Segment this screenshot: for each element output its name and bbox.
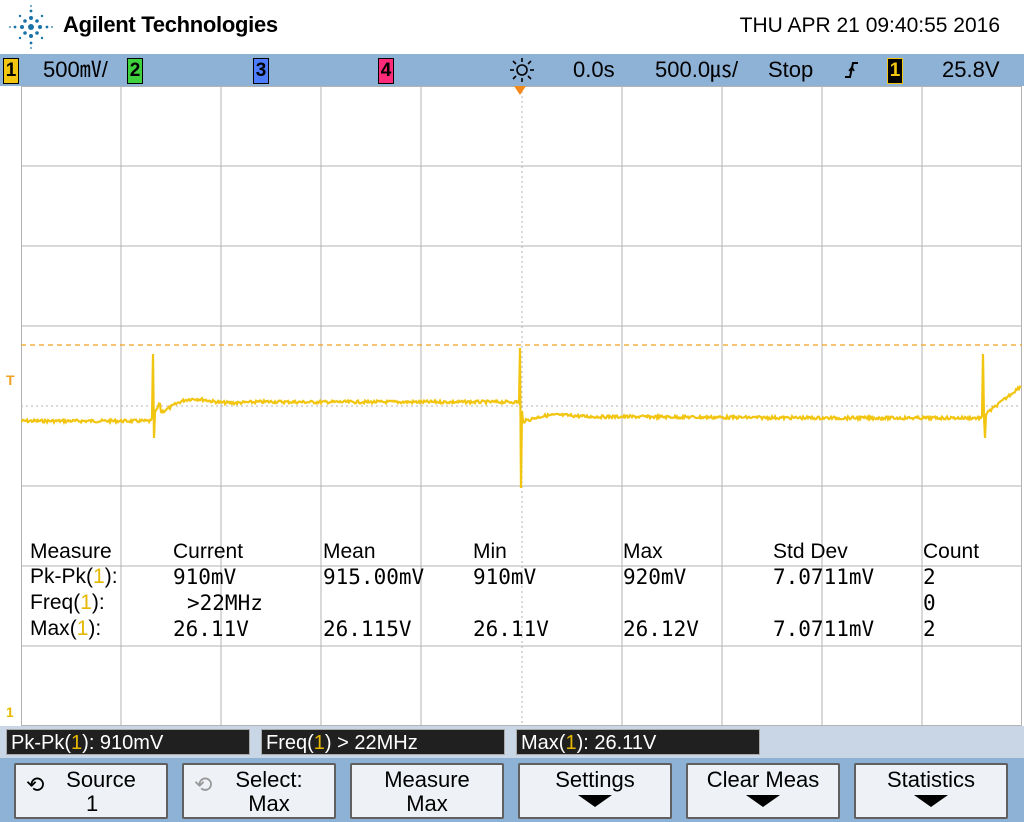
trigger-source: 1: [887, 58, 903, 84]
rotate-knob-icon: ⟲: [26, 772, 45, 797]
readout-freq: Freq(1) > 22MHz: [261, 729, 505, 755]
measure-row-name: Max(1):: [30, 617, 102, 640]
measure-cell-mean: 26.115V: [323, 617, 412, 641]
measure-softkey[interactable]: Measure Max: [350, 763, 504, 819]
measurement-readouts: Pk-Pk(1): 910mV Freq(1) > 22MHz Max(1): …: [0, 726, 1024, 758]
datetime: THU APR 21 09:40:55 2016: [739, 14, 1000, 37]
measure-cell-stddev: 7.0711mV: [773, 617, 875, 641]
measure-cell-current: 910mV: [173, 565, 237, 589]
channel-4-indicator[interactable]: 4: [378, 58, 394, 84]
measure-cell-min: 910mV: [473, 565, 537, 589]
channel-1-scale: 500㎷/: [43, 57, 108, 82]
status-bar: 1 500㎷/ 2 3 4 0.0s 500.0㎲/ Stop 1 25.8V: [0, 54, 1024, 86]
timebase-value: 500.0㎲/: [655, 57, 739, 82]
measure-header: Count: [923, 540, 980, 563]
measure-header: Std Dev: [773, 540, 848, 563]
header: Agilent Technologies THU APR 21 09:40:55…: [0, 0, 1024, 54]
run-state: Stop: [768, 57, 814, 82]
settings-softkey[interactable]: Settings: [518, 763, 672, 819]
measure-cell-count: 2: [923, 565, 936, 589]
brand-name: Agilent Technologies: [63, 12, 278, 37]
delay-knob-icon: [510, 58, 534, 82]
clear-meas-softkey[interactable]: Clear Meas: [686, 763, 840, 819]
channel-1-ground-marker: 1: [6, 704, 14, 720]
measure-cell-current: 26.11V: [173, 617, 249, 641]
statistics-softkey[interactable]: Statistics: [854, 763, 1008, 819]
measure-cell-max: 920mV: [623, 565, 687, 589]
measure-header: Min: [473, 540, 507, 563]
channel-1-indicator[interactable]: 1: [3, 58, 19, 84]
measure-cell-min: 26.11V: [473, 617, 549, 641]
readout-pk-pk: Pk-Pk(1): 910mV: [6, 729, 250, 755]
measure-cell-mean: 915.00mV: [323, 565, 425, 589]
down-arrow-icon: [578, 795, 612, 807]
trigger-level: 25.8V: [942, 57, 1000, 82]
down-arrow-icon: [914, 795, 948, 807]
measure-cell-max: 26.12V: [623, 617, 699, 641]
rotate-knob-icon: ⟲: [194, 772, 213, 797]
readout-max: Max(1): 26.11V: [516, 729, 760, 755]
measure-header: Current: [173, 540, 244, 563]
measure-row-name: Freq(1):: [30, 591, 105, 614]
measure-cell-stddev: 7.0711mV: [773, 565, 875, 589]
measure-header: Max: [623, 540, 663, 563]
agilent-spark-logo: [9, 5, 53, 49]
channel-3-indicator[interactable]: 3: [253, 58, 269, 84]
measure-row-name: Pk-Pk(1):: [30, 565, 118, 588]
rising-edge-icon: [845, 62, 858, 78]
channel-1-waveform: [21, 347, 1022, 489]
down-arrow-icon: [746, 795, 780, 807]
trigger-level-marker: T: [6, 372, 15, 388]
measure-header: Measure: [30, 540, 112, 563]
measurement-statistics: Measure Current Mean Min Max Std Dev Count Pk-P…: [21, 540, 1021, 645]
select-softkey[interactable]: ⟲ Select: Max: [182, 763, 336, 819]
measure-cell-count: 2: [923, 617, 936, 641]
channel-2-indicator[interactable]: 2: [127, 58, 143, 84]
measure-cell-current: >22MHz: [187, 591, 263, 615]
source-softkey[interactable]: ⟲ Source 1: [14, 763, 168, 819]
trigger-time-marker: [514, 86, 526, 95]
softkey-bar: ⟲ Source 1 ⟲ Select: Max Measure Max Set…: [0, 758, 1024, 822]
delay-value: 0.0s: [573, 57, 615, 82]
measure-header: Mean: [323, 540, 376, 563]
measure-cell-count: 0: [923, 591, 936, 615]
